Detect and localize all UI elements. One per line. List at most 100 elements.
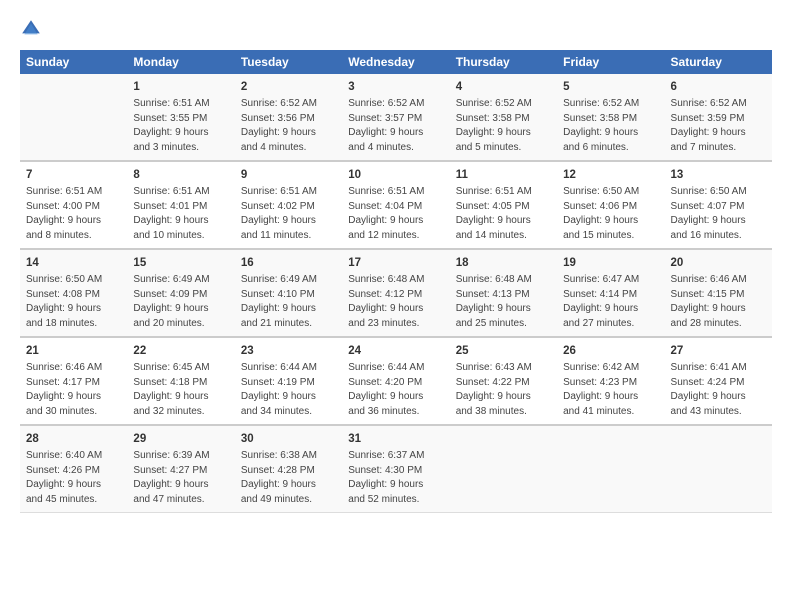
day-info: Sunrise: 6:52 AM Sunset: 3:58 PM Dayligh… xyxy=(563,97,658,155)
day-info: Sunrise: 6:49 AM Sunset: 4:09 PM Dayligh… xyxy=(133,273,228,331)
day-info: Sunrise: 6:42 AM Sunset: 4:23 PM Dayligh… xyxy=(563,361,658,419)
weekday-header-thursday: Thursday xyxy=(450,50,557,74)
day-number: 14 xyxy=(26,255,121,271)
day-number: 3 xyxy=(348,79,443,95)
day-info: Sunrise: 6:46 AM Sunset: 4:17 PM Dayligh… xyxy=(26,361,121,419)
calendar-cell: 12 Sunrise: 6:50 AM Sunset: 4:06 PM Dayli… xyxy=(557,161,664,249)
weekday-header-sunday: Sunday xyxy=(20,50,127,74)
week-row-4: 21 Sunrise: 6:46 AM Sunset: 4:17 PM Dayli… xyxy=(20,337,772,425)
week-row-5: 28 Sunrise: 6:40 AM Sunset: 4:26 PM Dayli… xyxy=(20,425,772,513)
day-number: 23 xyxy=(241,343,336,359)
calendar-cell: 2Sunrise: 6:52 AM Sunset: 3:56 PM Daylig… xyxy=(235,74,342,161)
day-number: 19 xyxy=(563,255,658,271)
calendar-cell xyxy=(557,425,664,513)
day-info: Sunrise: 6:43 AM Sunset: 4:22 PM Dayligh… xyxy=(456,361,551,419)
day-number: 22 xyxy=(133,343,228,359)
calendar-cell: 18 Sunrise: 6:48 AM Sunset: 4:13 PM Dayli… xyxy=(450,249,557,337)
calendar-cell: 19Sunrise: 6:47 AM Sunset: 4:14 PM Dayli… xyxy=(557,249,664,337)
weekday-header-saturday: Saturday xyxy=(665,50,772,74)
day-number: 18 xyxy=(456,255,551,271)
calendar-cell: 29 Sunrise: 6:39 AM Sunset: 4:27 PM Dayli… xyxy=(127,425,234,513)
day-number: 9 xyxy=(241,167,336,183)
calendar-cell: 24 Sunrise: 6:44 AM Sunset: 4:20 PM Dayli… xyxy=(342,337,449,425)
day-info: Sunrise: 6:44 AM Sunset: 4:20 PM Dayligh… xyxy=(348,361,443,419)
day-info: Sunrise: 6:39 AM Sunset: 4:27 PM Dayligh… xyxy=(133,449,228,507)
calendar-cell: 14 Sunrise: 6:50 AM Sunset: 4:08 PM Dayli… xyxy=(20,249,127,337)
calendar-cell: 26 Sunrise: 6:42 AM Sunset: 4:23 PM Dayli… xyxy=(557,337,664,425)
calendar-cell: 13 Sunrise: 6:50 AM Sunset: 4:07 PM Dayli… xyxy=(665,161,772,249)
day-info: Sunrise: 6:51 AM Sunset: 4:01 PM Dayligh… xyxy=(133,185,228,243)
calendar-cell: 8 Sunrise: 6:51 AM Sunset: 4:01 PM Daylig… xyxy=(127,161,234,249)
calendar-cell: 28 Sunrise: 6:40 AM Sunset: 4:26 PM Dayli… xyxy=(20,425,127,513)
calendar-cell: 25 Sunrise: 6:43 AM Sunset: 4:22 PM Dayli… xyxy=(450,337,557,425)
calendar-cell: 31 Sunrise: 6:37 AM Sunset: 4:30 PM Dayli… xyxy=(342,425,449,513)
logo-icon xyxy=(20,18,42,40)
day-number: 17 xyxy=(348,255,443,271)
week-row-3: 14 Sunrise: 6:50 AM Sunset: 4:08 PM Dayli… xyxy=(20,249,772,337)
day-number: 25 xyxy=(456,343,551,359)
day-info: Sunrise: 6:52 AM Sunset: 3:56 PM Dayligh… xyxy=(241,97,336,155)
day-number: 29 xyxy=(133,431,228,447)
day-info: Sunrise: 6:40 AM Sunset: 4:26 PM Dayligh… xyxy=(26,449,121,507)
calendar-cell: 22Sunrise: 6:45 AM Sunset: 4:18 PM Dayli… xyxy=(127,337,234,425)
day-number: 6 xyxy=(671,79,766,95)
calendar-cell: 3 Sunrise: 6:52 AM Sunset: 3:57 PM Daylig… xyxy=(342,74,449,161)
day-number: 11 xyxy=(456,167,551,183)
weekday-header-monday: Monday xyxy=(127,50,234,74)
day-info: Sunrise: 6:38 AM Sunset: 4:28 PM Dayligh… xyxy=(241,449,336,507)
day-info: Sunrise: 6:52 AM Sunset: 3:57 PM Dayligh… xyxy=(348,97,443,155)
calendar-cell: 21 Sunrise: 6:46 AM Sunset: 4:17 PM Dayli… xyxy=(20,337,127,425)
calendar-cell: 9 Sunrise: 6:51 AM Sunset: 4:02 PM Daylig… xyxy=(235,161,342,249)
day-info: Sunrise: 6:50 AM Sunset: 4:07 PM Dayligh… xyxy=(671,185,766,243)
day-number: 15 xyxy=(133,255,228,271)
day-info: Sunrise: 6:50 AM Sunset: 4:08 PM Dayligh… xyxy=(26,273,121,331)
day-info: Sunrise: 6:44 AM Sunset: 4:19 PM Dayligh… xyxy=(241,361,336,419)
calendar-cell: 17 Sunrise: 6:48 AM Sunset: 4:12 PM Dayli… xyxy=(342,249,449,337)
calendar-cell: 5 Sunrise: 6:52 AM Sunset: 3:58 PM Daylig… xyxy=(557,74,664,161)
day-info: Sunrise: 6:51 AM Sunset: 4:05 PM Dayligh… xyxy=(456,185,551,243)
day-number: 27 xyxy=(671,343,766,359)
calendar-cell: 27 Sunrise: 6:41 AM Sunset: 4:24 PM Dayli… xyxy=(665,337,772,425)
day-number: 20 xyxy=(671,255,766,271)
page: SundayMondayTuesdayWednesdayThursdayFrid… xyxy=(0,0,792,612)
weekday-header-friday: Friday xyxy=(557,50,664,74)
calendar-cell: 7Sunrise: 6:51 AM Sunset: 4:00 PM Daylig… xyxy=(20,161,127,249)
day-info: Sunrise: 6:48 AM Sunset: 4:12 PM Dayligh… xyxy=(348,273,443,331)
calendar-cell: 6 Sunrise: 6:52 AM Sunset: 3:59 PM Daylig… xyxy=(665,74,772,161)
weekday-header-wednesday: Wednesday xyxy=(342,50,449,74)
day-number: 12 xyxy=(563,167,658,183)
day-info: Sunrise: 6:48 AM Sunset: 4:13 PM Dayligh… xyxy=(456,273,551,331)
day-number: 24 xyxy=(348,343,443,359)
day-info: Sunrise: 6:37 AM Sunset: 4:30 PM Dayligh… xyxy=(348,449,443,507)
day-number: 8 xyxy=(133,167,228,183)
day-info: Sunrise: 6:51 AM Sunset: 3:55 PM Dayligh… xyxy=(133,97,228,155)
day-number: 5 xyxy=(563,79,658,95)
calendar-cell: 30 Sunrise: 6:38 AM Sunset: 4:28 PM Dayli… xyxy=(235,425,342,513)
week-row-2: 7Sunrise: 6:51 AM Sunset: 4:00 PM Daylig… xyxy=(20,161,772,249)
day-number: 31 xyxy=(348,431,443,447)
day-info: Sunrise: 6:51 AM Sunset: 4:02 PM Dayligh… xyxy=(241,185,336,243)
day-number: 10 xyxy=(348,167,443,183)
logo xyxy=(20,18,46,40)
week-row-1: 1Sunrise: 6:51 AM Sunset: 3:55 PM Daylig… xyxy=(20,74,772,161)
day-info: Sunrise: 6:46 AM Sunset: 4:15 PM Dayligh… xyxy=(671,273,766,331)
calendar-table: SundayMondayTuesdayWednesdayThursdayFrid… xyxy=(20,50,772,513)
calendar-cell xyxy=(450,425,557,513)
calendar-cell xyxy=(20,74,127,161)
calendar-cell: 11 Sunrise: 6:51 AM Sunset: 4:05 PM Dayli… xyxy=(450,161,557,249)
day-number: 28 xyxy=(26,431,121,447)
day-info: Sunrise: 6:50 AM Sunset: 4:06 PM Dayligh… xyxy=(563,185,658,243)
calendar-cell xyxy=(665,425,772,513)
calendar-cell: 16Sunrise: 6:49 AM Sunset: 4:10 PM Dayli… xyxy=(235,249,342,337)
day-number: 26 xyxy=(563,343,658,359)
day-number: 30 xyxy=(241,431,336,447)
weekday-header-row: SundayMondayTuesdayWednesdayThursdayFrid… xyxy=(20,50,772,74)
calendar-cell: 15 Sunrise: 6:49 AM Sunset: 4:09 PM Dayli… xyxy=(127,249,234,337)
calendar-cell: 10Sunrise: 6:51 AM Sunset: 4:04 PM Dayli… xyxy=(342,161,449,249)
day-number: 4 xyxy=(456,79,551,95)
day-number: 13 xyxy=(671,167,766,183)
day-info: Sunrise: 6:52 AM Sunset: 3:59 PM Dayligh… xyxy=(671,97,766,155)
day-info: Sunrise: 6:41 AM Sunset: 4:24 PM Dayligh… xyxy=(671,361,766,419)
header xyxy=(20,18,772,40)
day-number: 21 xyxy=(26,343,121,359)
